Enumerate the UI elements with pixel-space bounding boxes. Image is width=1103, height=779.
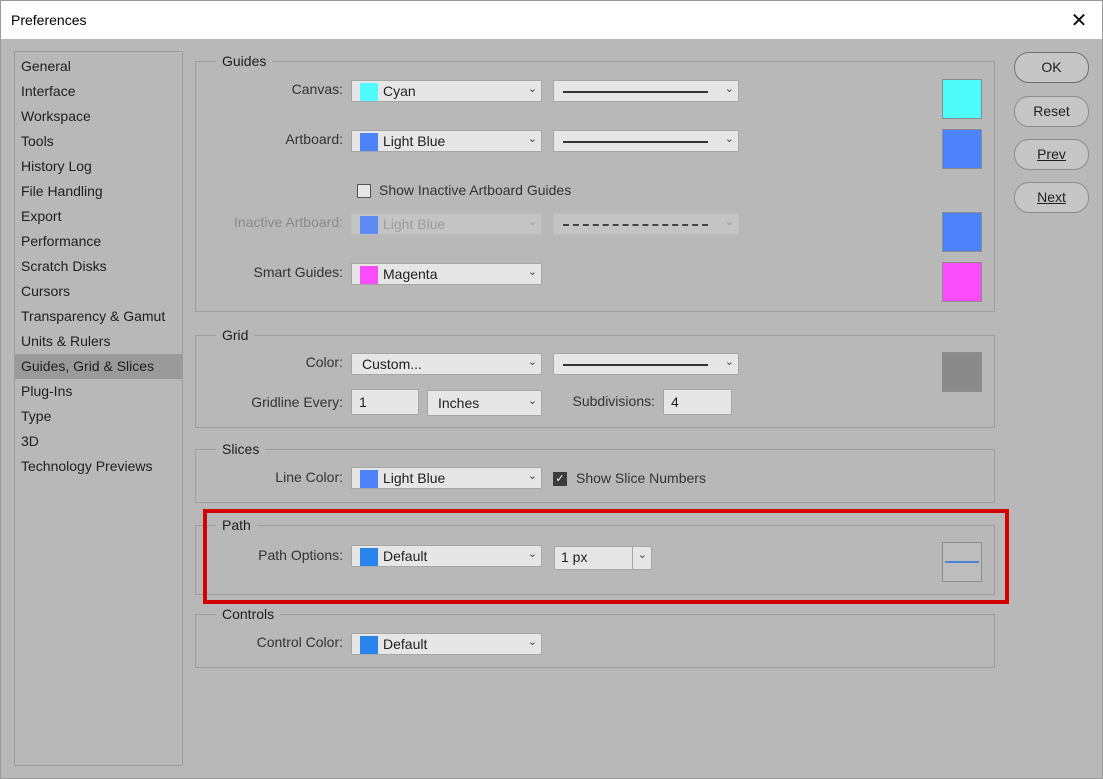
- gridline-units-dropdown[interactable]: Inches ⌄: [427, 390, 542, 416]
- slice-line-color-dropdown[interactable]: Light Blue ⌄: [351, 467, 542, 489]
- sidebar-item[interactable]: Tools: [15, 129, 182, 154]
- sidebar-item[interactable]: Technology Previews: [15, 454, 182, 479]
- sidebar-item[interactable]: Scratch Disks: [15, 254, 182, 279]
- slice-swatch: [360, 470, 378, 488]
- solid-line-style: [563, 364, 708, 366]
- smart-guides-color-preview[interactable]: [942, 262, 982, 302]
- chevron-down-icon: ⌄: [527, 548, 537, 560]
- sidebar-item[interactable]: History Log: [15, 154, 182, 179]
- canvas-color-dropdown[interactable]: Cyan ⌄: [351, 80, 542, 102]
- smart-guides-swatch: [360, 266, 378, 284]
- sidebar-item[interactable]: Transparency & Gamut: [15, 304, 182, 329]
- artboard-color-dropdown[interactable]: Light Blue ⌄: [351, 130, 542, 152]
- sidebar-item[interactable]: Export: [15, 204, 182, 229]
- inactive-artboard-color-dropdown: Light Blue ⌄: [351, 213, 542, 235]
- show-slice-numbers-checkbox[interactable]: ✓: [553, 472, 567, 486]
- grid-color-preview[interactable]: [942, 352, 982, 392]
- chevron-down-icon: ⌄: [527, 216, 537, 228]
- chevron-down-icon: ⌄: [527, 83, 537, 95]
- inactive-artboard-style-dropdown: ⌄: [553, 213, 739, 235]
- slices-title: Slices: [216, 440, 266, 458]
- chevron-down-icon: ⌄: [527, 636, 537, 648]
- control-color-label: Control Color:: [256, 634, 343, 650]
- chevron-down-icon: ⌄: [724, 356, 734, 368]
- gridline-every-label: Gridline Every:: [251, 394, 343, 410]
- grid-color-dropdown[interactable]: Custom... ⌄: [351, 353, 542, 375]
- grid-title: Grid: [216, 326, 255, 344]
- subdivisions-label: Subdivisions:: [572, 393, 656, 409]
- path-options-label: Path Options:: [258, 547, 343, 563]
- grid-color-label: Color:: [305, 354, 343, 370]
- path-width-dropdown[interactable]: 1 px ⌄: [554, 546, 652, 570]
- sidebar-item[interactable]: Workspace: [15, 104, 182, 129]
- sidebar-item[interactable]: Interface: [15, 79, 182, 104]
- checkmark-icon: ✓: [555, 473, 565, 485]
- canvas-swatch: [360, 83, 378, 101]
- close-icon[interactable]: ✕: [1056, 1, 1102, 39]
- gridline-every-input[interactable]: 1: [351, 389, 419, 415]
- smart-guides-label: Smart Guides:: [253, 264, 343, 280]
- smart-guides-color-dropdown[interactable]: Magenta ⌄: [351, 263, 542, 285]
- path-swatch: [360, 548, 378, 566]
- guides-title: Guides: [216, 52, 273, 70]
- chevron-down-icon: ⌄: [724, 216, 734, 228]
- path-preview: [942, 542, 982, 582]
- chevron-down-icon: ⌄: [527, 356, 537, 368]
- prev-button[interactable]: Prev: [1014, 139, 1089, 170]
- next-button[interactable]: Next: [1014, 182, 1089, 213]
- chevron-down-icon: ⌄: [527, 133, 537, 145]
- subdivisions-input[interactable]: 4: [663, 389, 732, 415]
- grid-group: Grid: [195, 326, 995, 428]
- chevron-down-icon: ⌄: [527, 395, 537, 407]
- inactive-artboard-label: Inactive Artboard:: [234, 214, 343, 230]
- solid-line-style: [563, 91, 708, 93]
- preferences-dialog: Preferences ✕ General Interface Workspace T…: [0, 0, 1103, 779]
- sidebar-item[interactable]: Performance: [15, 229, 182, 254]
- preferences-sidebar: General Interface Workspace Tools History Lo…: [14, 51, 183, 766]
- control-swatch: [360, 636, 378, 654]
- inactive-artboard-swatch: [360, 216, 378, 234]
- canvas-style-dropdown[interactable]: ⌄: [553, 80, 739, 102]
- dashed-line-style: [563, 224, 708, 226]
- grid-style-dropdown[interactable]: ⌄: [553, 353, 739, 375]
- sidebar-item[interactable]: Type: [15, 404, 182, 429]
- chevron-down-icon: ⌄: [527, 470, 537, 482]
- sidebar-item[interactable]: 3D: [15, 429, 182, 454]
- sidebar-item[interactable]: Guides, Grid & Slices: [15, 354, 182, 379]
- title-bar: Preferences ✕: [1, 1, 1102, 39]
- sidebar-item[interactable]: Plug-Ins: [15, 379, 182, 404]
- slice-line-color-label: Line Color:: [275, 469, 343, 485]
- control-color-dropdown[interactable]: Default ⌄: [351, 633, 542, 655]
- artboard-swatch: [360, 133, 378, 151]
- canvas-label: Canvas:: [291, 81, 343, 97]
- window-title: Preferences: [11, 12, 87, 28]
- path-color-dropdown[interactable]: Default ⌄: [351, 545, 542, 567]
- path-title: Path: [216, 516, 257, 534]
- path-preview-line: [945, 561, 979, 563]
- chevron-down-icon: ⌄: [637, 549, 647, 561]
- solid-line-style: [563, 141, 708, 143]
- artboard-label: Artboard:: [285, 131, 343, 147]
- chevron-down-icon: ⌄: [724, 83, 734, 95]
- controls-title: Controls: [216, 605, 281, 623]
- chevron-down-icon: ⌄: [724, 133, 734, 145]
- sidebar-item[interactable]: File Handling: [15, 179, 182, 204]
- chevron-down-icon: ⌄: [527, 266, 537, 278]
- reset-button[interactable]: Reset: [1014, 96, 1089, 127]
- sidebar-item[interactable]: Cursors: [15, 279, 182, 304]
- canvas-color-preview[interactable]: [942, 79, 982, 119]
- sidebar-item[interactable]: Units & Rulers: [15, 329, 182, 354]
- dropdown-divider: [632, 547, 633, 569]
- artboard-style-dropdown[interactable]: ⌄: [553, 130, 739, 152]
- show-inactive-artboard-label[interactable]: Show Inactive Artboard Guides: [379, 182, 571, 198]
- inactive-artboard-color-preview[interactable]: [942, 212, 982, 252]
- show-inactive-artboard-checkbox[interactable]: [357, 184, 371, 198]
- ok-button[interactable]: OK: [1014, 52, 1089, 83]
- artboard-color-preview[interactable]: [942, 129, 982, 169]
- sidebar-item[interactable]: General: [15, 54, 182, 79]
- show-slice-numbers-label[interactable]: Show Slice Numbers: [576, 470, 706, 486]
